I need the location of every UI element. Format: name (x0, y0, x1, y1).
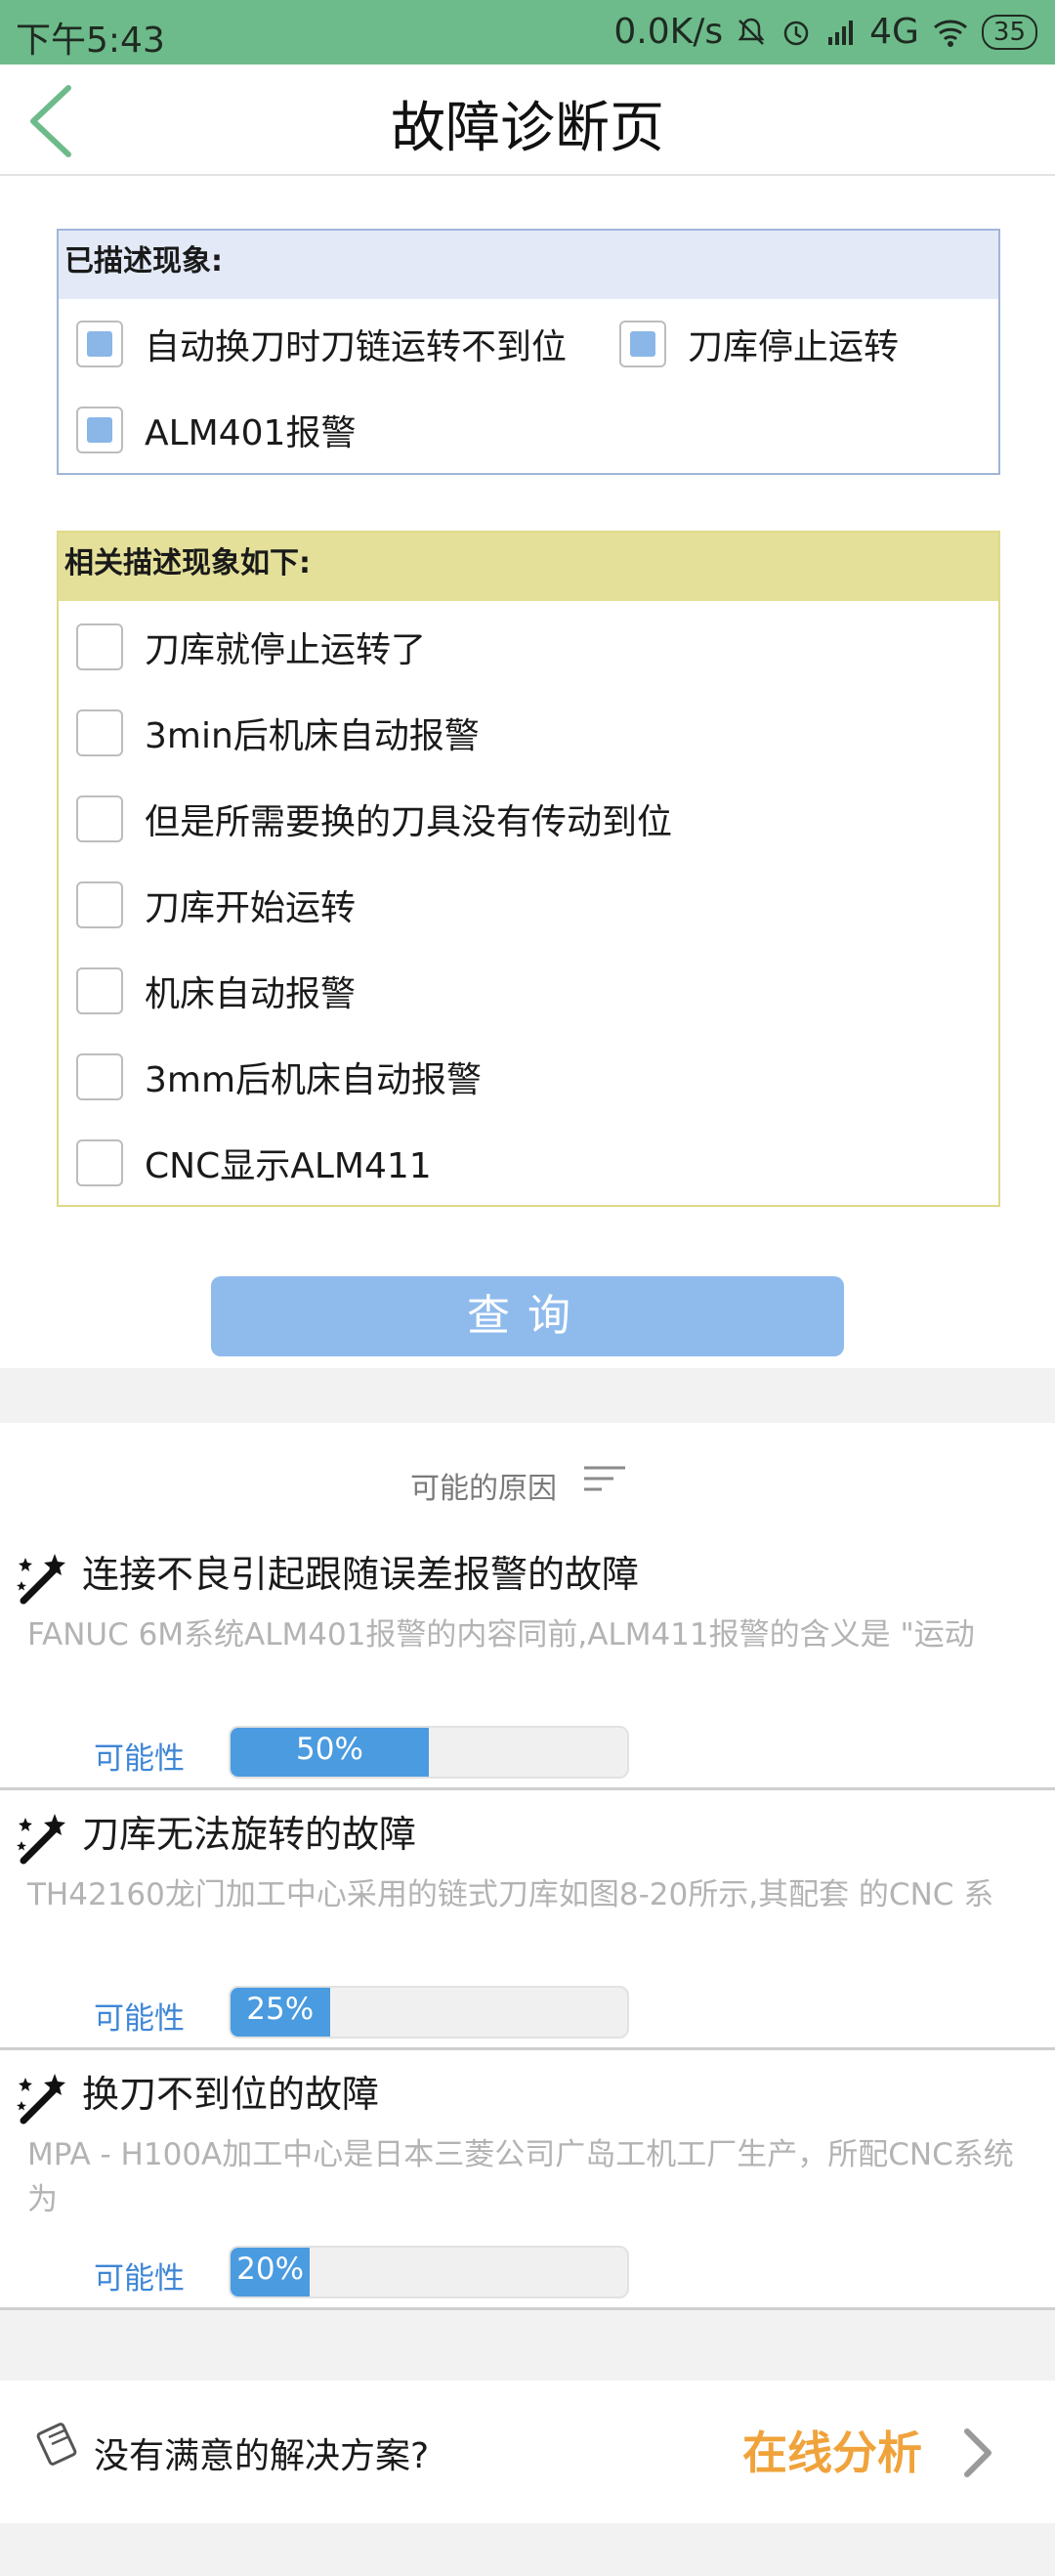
cause-title: 连接不良引起跟随误差报警的故障 (82, 1553, 640, 1596)
possibility-bar: 25% (229, 1986, 629, 2039)
alarm-icon (783, 21, 809, 45)
described-item[interactable]: 刀库停止运转 (619, 319, 899, 369)
cause-description: TH42160龙门加工中心采用的链式刀库如图8-20所示,其配套 的CNC 系 (27, 1877, 994, 1912)
related-item[interactable]: 但是所需要换的刀具没有传动到位 (76, 794, 672, 844)
checkbox[interactable] (76, 881, 123, 928)
related-item-label: 但是所需要换的刀具没有传动到位 (145, 802, 673, 842)
cause-title: 换刀不到位的故障 (82, 2073, 380, 2116)
possibility-label: 可能性 (94, 2001, 185, 2037)
checkbox[interactable] (76, 967, 123, 1014)
sort-icon[interactable] (582, 1464, 627, 1493)
possibility-bar: 20% (229, 2246, 629, 2298)
battery-icon: 35 (981, 14, 1037, 50)
described-item-label: 刀库停止运转 (688, 327, 900, 367)
related-item-label: 3mm后机床自动报警 (145, 1060, 483, 1100)
possible-causes-panel: 可能的原因 连接不良引起跟随误差报警的故障 FANUC 6M系统ALM401报警… (0, 1423, 1055, 2310)
hd-signal-icon (828, 20, 854, 45)
cause-description: MPA - H100A加工中心是日本三菱公司广岛工机工厂生产，所配CNC系统为 (27, 2137, 1014, 2217)
causes-title: 可能的原因 (410, 1472, 557, 1506)
related-item[interactable]: 3min后机床自动报警 (76, 708, 480, 758)
cause-item[interactable]: 刀库无法旋转的故障 TH42160龙门加工中心采用的链式刀库如图8-20所示,其… (0, 1790, 1055, 2050)
possibility-value: 25% (246, 1992, 315, 2027)
related-item-label: 刀库开始运转 (145, 888, 357, 928)
chevron-right-icon[interactable] (957, 2424, 996, 2482)
checkbox[interactable] (76, 623, 123, 670)
wifi-icon (933, 20, 967, 47)
described-item-label: 自动换刀时刀链运转不到位 (145, 327, 568, 367)
related-heading: 相关描述现象如下: (59, 533, 998, 601)
related-item-label: 3min后机床自动报警 (145, 716, 480, 756)
described-item-label: ALM401报警 (145, 413, 357, 453)
related-item[interactable]: CNC显示ALM411 (76, 1138, 432, 1188)
network-type: 4G (869, 12, 919, 52)
no-solution-text: 没有满意的解决方案? (94, 2436, 430, 2476)
magic-wand-icon (17, 2074, 65, 2125)
cause-item[interactable]: 连接不良引起跟随误差报警的故障 FANUC 6M系统ALM401报警的内容同前,… (0, 1530, 1055, 1790)
checkbox[interactable] (619, 321, 666, 367)
app-header: 故障诊断页 (0, 64, 1055, 176)
possibility-bar: 50% (229, 1726, 629, 1779)
possibility-value: 20% (236, 2252, 305, 2287)
checkbox[interactable] (76, 709, 123, 756)
possibility-value: 50% (296, 1732, 363, 1767)
cause-description: FANUC 6M系统ALM401报警的内容同前,ALM411报警的含义是 "运动 (27, 1617, 975, 1653)
related-item[interactable]: 机床自动报警 (76, 966, 356, 1016)
related-item[interactable]: 3mm后机床自动报警 (76, 1052, 482, 1102)
checkbox[interactable] (76, 407, 123, 453)
checkbox[interactable] (76, 1139, 123, 1186)
cause-item[interactable]: 换刀不到位的故障 MPA - H100A加工中心是日本三菱公司广岛工机工厂生产，… (0, 2050, 1055, 2310)
related-item-label: CNC显示ALM411 (145, 1146, 432, 1186)
checkbox[interactable] (76, 795, 123, 842)
described-item[interactable]: 自动换刀时刀链运转不到位 (76, 319, 567, 369)
magic-wand-icon (17, 1554, 65, 1605)
described-item[interactable]: ALM401报警 (76, 405, 356, 455)
checkbox[interactable] (76, 1053, 123, 1100)
related-item-label: 刀库就停止运转了 (145, 630, 427, 670)
query-button[interactable]: 查询 (211, 1276, 844, 1356)
network-speed: 0.0K/s (613, 12, 724, 52)
mute-bell-icon (738, 18, 765, 45)
possibility-label: 可能性 (94, 1741, 185, 1777)
related-item[interactable]: 刀库就停止运转了 (76, 622, 426, 672)
online-analysis-bar: 没有满意的解决方案? 在线分析 (0, 2381, 1055, 2523)
online-analysis-button[interactable]: 在线分析 (742, 2418, 922, 2482)
magic-wand-icon (17, 1814, 65, 1865)
status-time: 下午5:43 (16, 21, 165, 61)
notepad-icon (36, 2423, 77, 2466)
checkbox[interactable] (76, 321, 123, 367)
status-icons: 0.0K/s 4G 35 (613, 12, 1037, 52)
cause-title: 刀库无法旋转的故障 (82, 1813, 417, 1856)
described-heading: 已描述现象: (59, 231, 998, 299)
page-title: 故障诊断页 (391, 97, 664, 160)
related-item-label: 机床自动报警 (145, 974, 357, 1014)
possibility-label: 可能性 (94, 2261, 185, 2297)
status-bar: 下午5:43 0.0K/s 4G 35 (0, 0, 1055, 64)
related-item[interactable]: 刀库开始运转 (76, 880, 356, 930)
